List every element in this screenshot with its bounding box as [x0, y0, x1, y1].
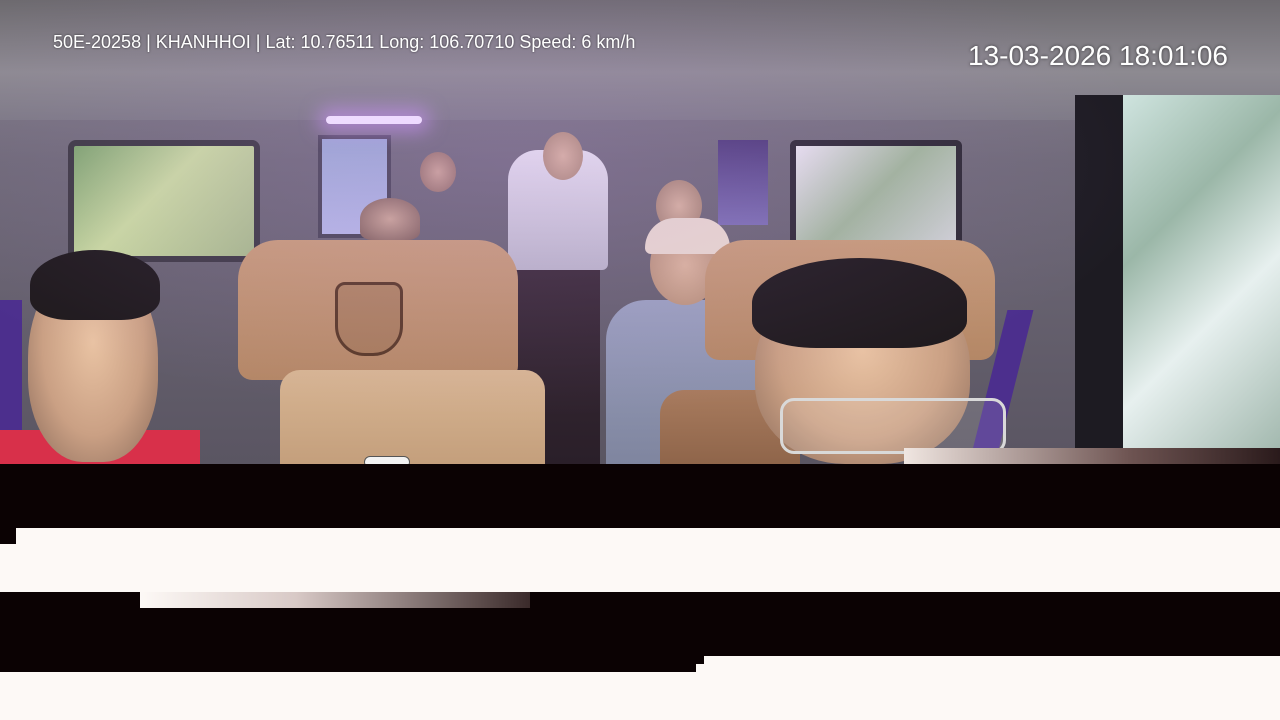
- timestamp-overlay: 13-03-2026 18:01:06: [968, 40, 1228, 71]
- vehicle-info-overlay: 50E-20258 | KHANHHOI | Lat: 10.76511 Lon…: [53, 32, 636, 52]
- corruption-notch: [0, 528, 16, 544]
- corruption-stripe: [904, 448, 1280, 464]
- corruption-fade: [140, 592, 530, 608]
- dashcam-frame: 50E-20258 | KHANHHOI | Lat: 10.76511 Lon…: [0, 0, 1280, 720]
- corrupted-band-dark: [0, 464, 1280, 528]
- corruption-notch: [696, 664, 704, 672]
- corruption-notch: [0, 656, 704, 672]
- corrupted-band-light: [0, 528, 1280, 592]
